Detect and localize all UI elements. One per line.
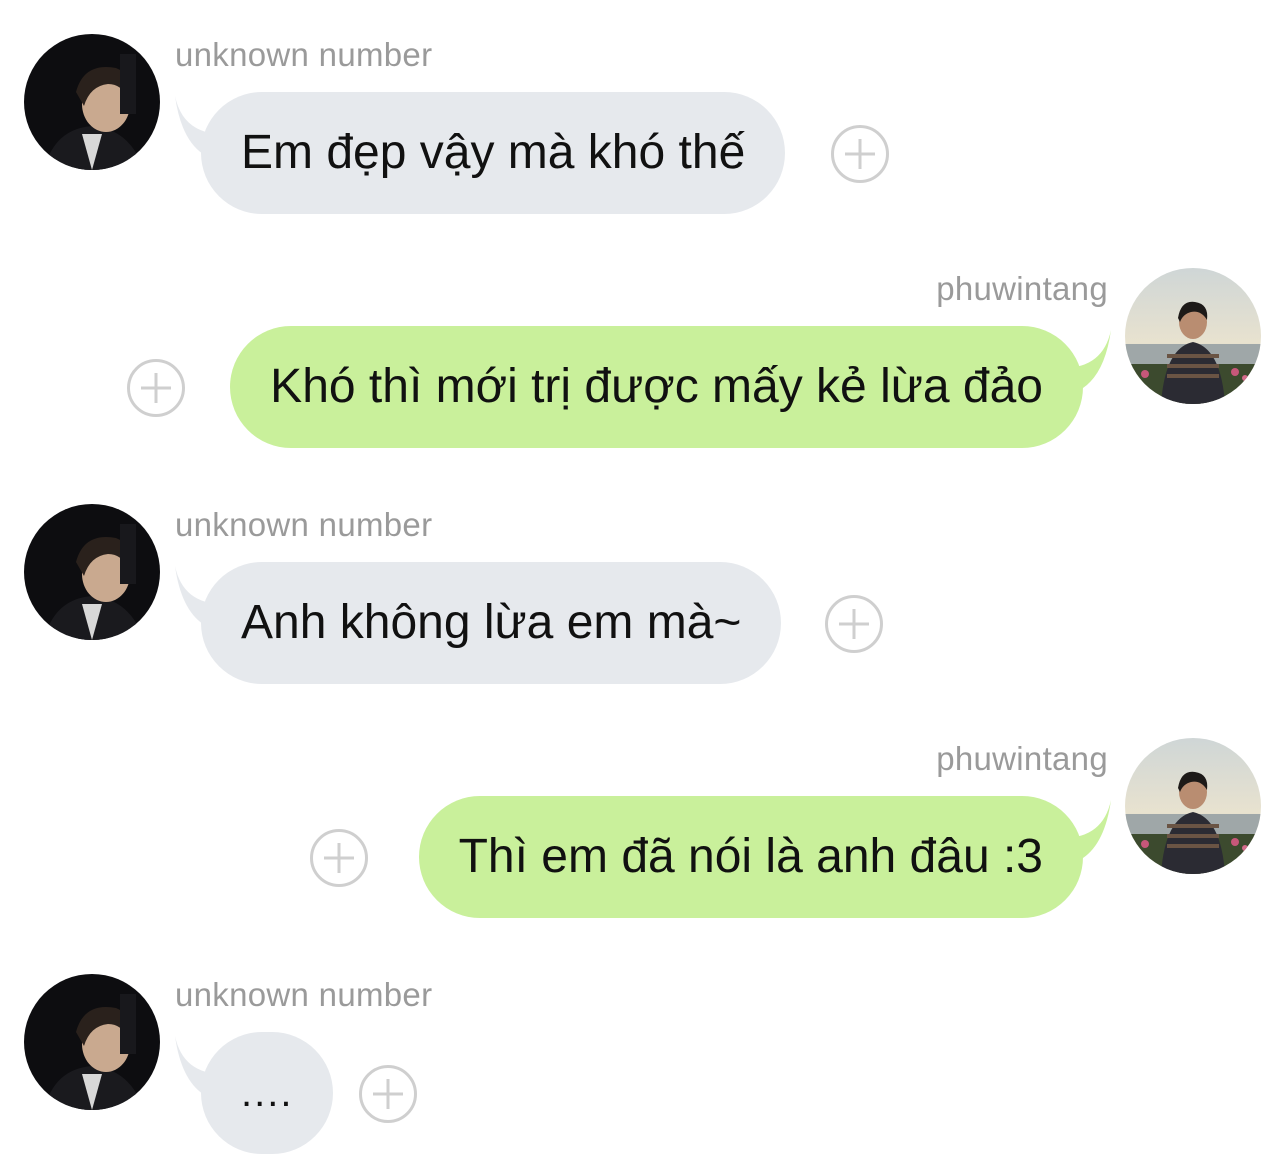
avatar-unknown-number[interactable]	[24, 974, 160, 1110]
plus-circle-icon[interactable]	[359, 1065, 417, 1123]
avatar-unknown-number[interactable]	[24, 34, 160, 170]
message-row-outgoing: phuwintang Thì em đã nói là anh đâu :3	[0, 738, 1284, 928]
message-bubble-incoming[interactable]: Em đẹp vậy mà khó thế	[201, 92, 786, 214]
message-bubble-incoming[interactable]: ....	[201, 1032, 334, 1154]
avatar-phuwintang[interactable]	[1125, 268, 1261, 404]
sender-name: phuwintang	[936, 270, 1108, 307]
chat-thread: unknown number Em đẹp vậy mà khó thế phu…	[0, 0, 1284, 1156]
message-row-incoming: unknown number Anh không lừa em mà~	[0, 504, 1284, 694]
message-bubble-outgoing[interactable]: Khó thì mới trị được mấy kẻ lừa đảo	[230, 326, 1083, 448]
avatar-unknown-number[interactable]	[24, 504, 160, 640]
plus-circle-icon[interactable]	[825, 595, 883, 653]
sender-name: phuwintang	[936, 740, 1108, 777]
sender-name: unknown number	[175, 36, 433, 73]
message-bubble-incoming[interactable]: Anh không lừa em mà~	[201, 562, 782, 684]
message-row-outgoing: phuwintang Khó thì mới trị được mấy kẻ l…	[0, 268, 1284, 458]
message-row-incoming: unknown number ....	[0, 974, 1284, 1156]
sender-name: unknown number	[175, 976, 433, 1013]
message-row-incoming: unknown number Em đẹp vậy mà khó thế	[0, 34, 1284, 224]
avatar-phuwintang[interactable]	[1125, 738, 1261, 874]
sender-name: unknown number	[175, 506, 433, 543]
plus-circle-icon[interactable]	[310, 829, 368, 887]
message-bubble-outgoing[interactable]: Thì em đã nói là anh đâu :3	[418, 796, 1083, 918]
plus-circle-icon[interactable]	[127, 359, 185, 417]
plus-circle-icon[interactable]	[831, 125, 889, 183]
